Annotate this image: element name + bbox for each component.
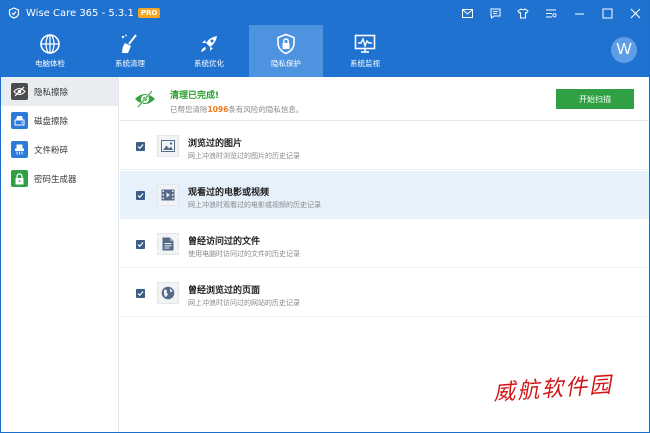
main-nav: 电脑体检 系统清理 系统优化 隐私保护 系统监视 W	[1, 25, 649, 77]
privacy-item-row[interactable]: 曾经浏览过的页面 网上冲浪时访问过的网站的历史记录	[120, 269, 649, 317]
sidebar-item-label: 密码生成器	[34, 174, 77, 185]
maximize-icon[interactable]	[593, 1, 621, 25]
item-checkbox[interactable]	[136, 289, 145, 298]
sidebar-item-label: 隐私擦除	[34, 87, 69, 98]
web-globe-icon	[157, 282, 179, 304]
app-window: Wise Care 365 - 5.3.1 PRO 电脑体检 系统清理 系统优化…	[0, 0, 650, 433]
file-shredder-icon	[11, 141, 28, 158]
minimize-icon[interactable]	[565, 1, 593, 25]
pro-badge: PRO	[137, 8, 161, 18]
globe-scan-icon	[39, 33, 61, 55]
item-checkbox[interactable]	[136, 240, 145, 249]
sidebar-item-label: 磁盘擦除	[34, 116, 69, 127]
nav-item-system-monitor[interactable]: 系统监视	[328, 25, 402, 77]
item-description: 使用电脑时访问过的文件的历史记录	[188, 250, 300, 258]
item-title: 浏览过的图片	[188, 139, 243, 149]
item-checkbox[interactable]	[136, 142, 145, 151]
nav-label: 系统优化	[194, 59, 224, 68]
close-icon[interactable]	[621, 1, 649, 25]
settings-menu-icon[interactable]	[537, 1, 565, 25]
sidebar-item-label: 文件粉碎	[34, 145, 69, 156]
rocket-icon	[198, 33, 220, 55]
nav-label: 系统监视	[350, 59, 380, 68]
nav-label: 系统清理	[115, 59, 145, 68]
item-title: 曾经浏览过的页面	[188, 286, 261, 296]
image-icon	[157, 135, 179, 157]
sidebar-item-privacy-erase[interactable]: 隐私擦除	[1, 77, 118, 106]
nav-item-privacy[interactable]: 隐私保护	[249, 25, 323, 77]
privacy-item-row[interactable]: 浏览过的图片 网上冲浪时浏览过的图片的历史记录	[120, 122, 649, 170]
monitor-pulse-icon	[354, 33, 376, 55]
cleaned-count: 1096	[207, 105, 229, 114]
eye-slash-icon	[11, 83, 28, 100]
item-description: 网上冲浪时访问过的网站的历史记录	[188, 299, 300, 307]
feedback-icon[interactable]	[481, 1, 509, 25]
nav-item-checkup[interactable]: 电脑体检	[13, 25, 87, 77]
lock-shield-icon	[275, 33, 297, 55]
nav-label: 隐私保护	[271, 59, 301, 68]
nav-item-system-optimize[interactable]: 系统优化	[172, 25, 246, 77]
item-title: 观看过的电影或视频	[188, 188, 270, 198]
app-title: Wise Care 365 - 5.3.1	[26, 7, 134, 19]
sidebar: 隐私擦除 磁盘擦除 文件粉碎 密码生成器	[1, 77, 119, 432]
status-desc-suffix: 条有风险的隐私信息。	[228, 105, 304, 114]
document-icon	[157, 233, 179, 255]
privacy-item-row[interactable]: 观看过的电影或视频 网上冲浪时观看过的电影或视频的历史记录	[120, 171, 649, 219]
item-checkbox[interactable]	[136, 191, 145, 200]
title-bar: Wise Care 365 - 5.3.1 PRO	[1, 1, 649, 25]
nav-label: 电脑体检	[35, 59, 65, 68]
app-logo-icon	[7, 6, 21, 20]
nav-item-system-clean[interactable]: 系统清理	[93, 25, 167, 77]
status-description: 已帮您清除1096条有风险的隐私信息。	[170, 104, 303, 115]
user-avatar[interactable]: W	[611, 37, 637, 63]
sidebar-item-password-generator[interactable]: 密码生成器	[1, 164, 118, 193]
status-panel: 清理已完成! 已帮您清除1096条有风险的隐私信息。 开始扫描	[120, 77, 649, 121]
video-film-icon	[157, 184, 179, 206]
item-title: 曾经访问过的文件	[188, 237, 261, 247]
status-desc-prefix: 已帮您清除	[170, 105, 208, 114]
disk-eraser-icon	[11, 112, 28, 129]
privacy-eye-icon	[134, 88, 156, 110]
privacy-item-row[interactable]: 曾经访问过的文件 使用电脑时访问过的文件的历史记录	[120, 220, 649, 268]
status-title: 清理已完成!	[170, 91, 220, 101]
sidebar-item-disk-erase[interactable]: 磁盘擦除	[1, 106, 118, 135]
broom-icon	[119, 33, 141, 55]
start-scan-button[interactable]: 开始扫描	[556, 89, 634, 109]
sidebar-item-file-shredder[interactable]: 文件粉碎	[1, 135, 118, 164]
padlock-icon	[11, 170, 28, 187]
item-description: 网上冲浪时浏览过的图片的历史记录	[188, 152, 300, 160]
item-description: 网上冲浪时观看过的电影或视频的历史记录	[188, 201, 321, 209]
mail-icon[interactable]	[453, 1, 481, 25]
titlebar-controls	[453, 1, 649, 25]
skin-shirt-icon[interactable]	[509, 1, 537, 25]
